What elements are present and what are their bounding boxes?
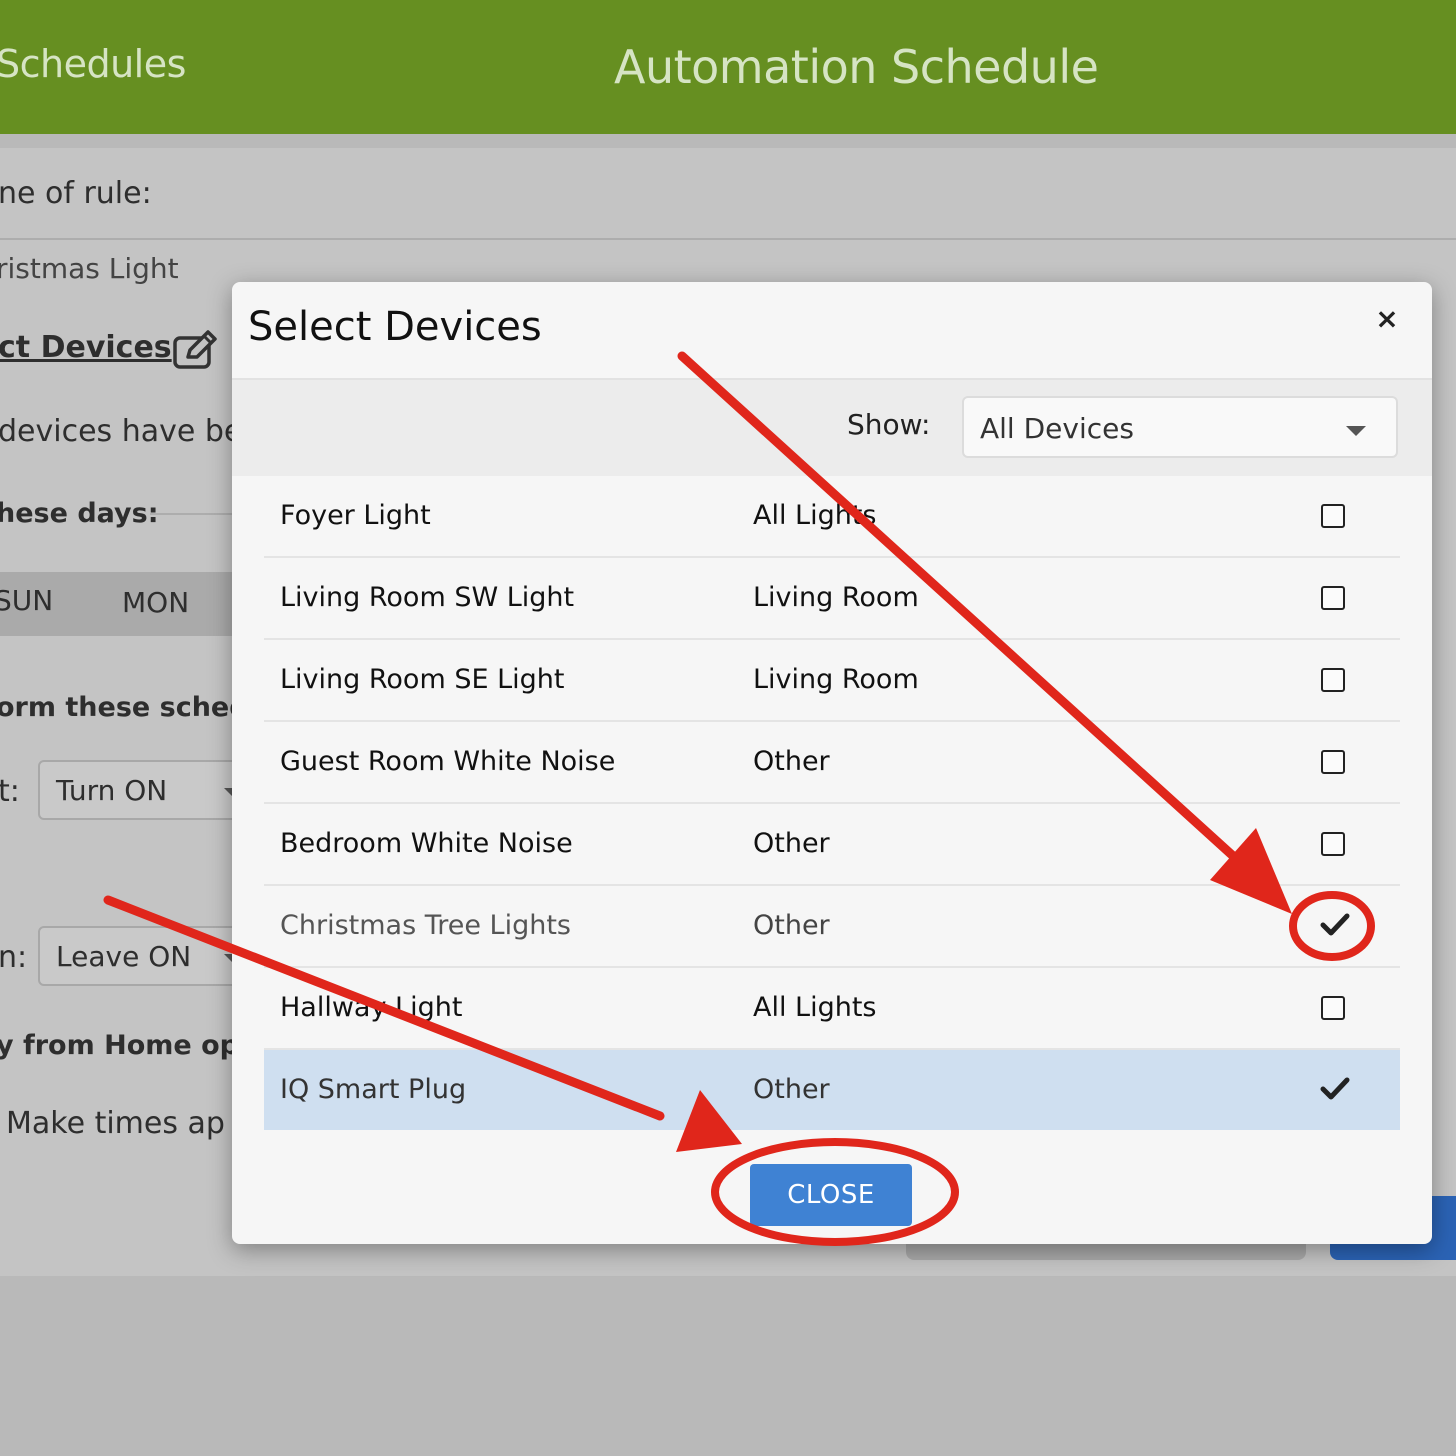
show-filter-value: All Devices xyxy=(980,412,1134,445)
device-group: Other xyxy=(753,828,830,859)
away-option-label: y from Home opti xyxy=(0,1030,262,1061)
device-checkbox[interactable] xyxy=(1321,668,1345,692)
page-title: Automation Schedule xyxy=(614,40,1099,94)
app-header: Schedules Automation Schedule xyxy=(0,0,1456,134)
device-checkbox[interactable] xyxy=(1321,504,1345,528)
device-checkbox[interactable] xyxy=(1321,832,1345,856)
modal-footer: CLOSE xyxy=(232,1146,1432,1244)
device-list: Foyer Light All Lights Living Room SW Li… xyxy=(264,476,1400,1130)
rule-name-label: ne of rule: xyxy=(0,176,152,211)
device-row[interactable]: Guest Room White Noise Other xyxy=(264,722,1400,804)
device-row[interactable]: Bedroom White Noise Other xyxy=(264,804,1400,886)
day-sun-button[interactable]: SUN xyxy=(0,584,53,617)
day-mon-button[interactable]: MON xyxy=(122,586,189,619)
start-label: t: xyxy=(0,774,20,809)
edit-icon[interactable] xyxy=(172,330,218,370)
device-row[interactable]: Living Room SW Light Living Room xyxy=(264,558,1400,640)
device-name: Guest Room White Noise xyxy=(280,746,616,777)
device-checkbox[interactable] xyxy=(1321,586,1345,610)
schedules-back-link[interactable]: Schedules xyxy=(0,42,186,86)
device-group: All Lights xyxy=(753,500,877,531)
device-name: Hallway Light xyxy=(280,992,463,1023)
device-name: Christmas Tree Lights xyxy=(280,910,572,941)
divider xyxy=(0,238,1456,240)
device-group: All Lights xyxy=(753,992,877,1023)
modal-title: Select Devices xyxy=(248,304,542,350)
end-label: n: xyxy=(0,940,28,975)
modal-header: Select Devices × xyxy=(232,282,1432,380)
device-row[interactable]: Hallway Light All Lights xyxy=(264,968,1400,1050)
days-label: hese days: xyxy=(0,498,159,529)
checkmark-icon[interactable] xyxy=(1320,1076,1350,1102)
chevron-down-icon xyxy=(1346,426,1366,436)
device-group: Other xyxy=(753,746,830,777)
device-name: Foyer Light xyxy=(280,500,431,531)
device-row[interactable]: Living Room SE Light Living Room xyxy=(264,640,1400,722)
device-row[interactable]: Foyer Light All Lights xyxy=(264,476,1400,558)
divider xyxy=(150,513,240,515)
close-button[interactable]: CLOSE xyxy=(750,1164,912,1226)
device-name: IQ Smart Plug xyxy=(280,1074,467,1105)
device-row[interactable]: IQ Smart Plug Other xyxy=(264,1050,1400,1130)
start-action-value: Turn ON xyxy=(56,774,168,807)
device-checkbox[interactable] xyxy=(1321,996,1345,1020)
rule-name-input[interactable]: ristmas Light xyxy=(0,252,179,285)
start-action-select[interactable]: Turn ON xyxy=(38,760,242,820)
end-action-value: Leave ON xyxy=(56,940,192,973)
end-action-select[interactable]: Leave ON xyxy=(38,926,242,986)
checkmark-icon[interactable] xyxy=(1320,912,1350,938)
device-group: Living Room xyxy=(753,664,919,695)
show-filter-select[interactable]: All Devices xyxy=(962,396,1398,458)
devices-status-text: devices have bee xyxy=(0,414,261,449)
make-times-label: Make times ap xyxy=(6,1106,225,1141)
show-filter-label: Show: xyxy=(847,408,931,441)
close-icon[interactable]: × xyxy=(1372,302,1402,336)
device-row[interactable]: Christmas Tree Lights Other xyxy=(264,886,1400,968)
device-group: Other xyxy=(753,910,830,941)
device-name: Living Room SE Light xyxy=(280,664,565,695)
device-name: Living Room SW Light xyxy=(280,582,575,613)
device-checkbox[interactable] xyxy=(1321,750,1345,774)
device-group: Other xyxy=(753,1074,830,1105)
device-filter-bar: Show: All Devices xyxy=(232,380,1432,476)
device-name: Bedroom White Noise xyxy=(280,828,573,859)
select-devices-modal: Select Devices × Show: All Devices Foyer… xyxy=(232,282,1432,1244)
select-devices-link[interactable]: ct Devices xyxy=(0,330,172,365)
device-group: Living Room xyxy=(753,582,919,613)
